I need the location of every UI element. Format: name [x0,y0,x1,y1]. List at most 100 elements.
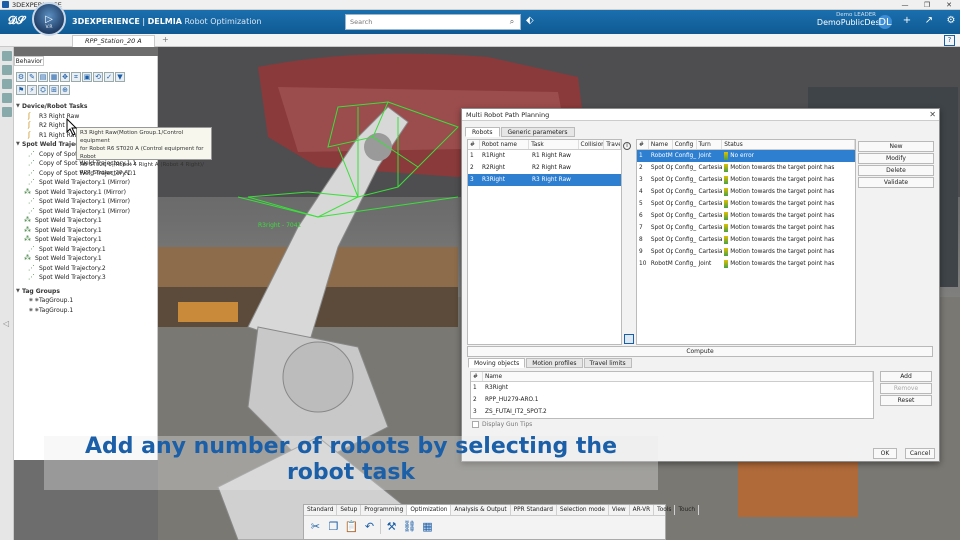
tree-tool-9-icon[interactable]: ✓ [104,72,114,82]
reset-button[interactable]: Reset [880,395,932,406]
tree-tool-5-icon[interactable]: ✥ [60,72,70,82]
column-header[interactable]: Turn [697,140,723,149]
search-input[interactable] [346,16,504,28]
tab-tools[interactable]: Tools [654,505,676,515]
column-header[interactable]: # [468,140,480,149]
tree-tool-10-icon[interactable]: ▼ [115,72,125,82]
tab-moving-objects[interactable]: Moving objects [468,358,526,368]
tree-icon[interactable] [2,79,12,89]
undo-icon[interactable]: ↶ [362,519,377,534]
tree-item-tag-group[interactable]: ⁕⁕ TagGroup.1 [16,296,158,306]
tree-tool-7-icon[interactable]: ▣ [82,72,92,82]
copy-icon[interactable]: ❐ [326,519,341,534]
tree-tool-2-icon[interactable]: ✎ [27,72,37,82]
table-row[interactable]: 3 Spot Op Config_ Cartesia Motion towards th… [637,174,855,186]
table-row[interactable]: 9 Spot Op Config_ Cartesia Motion towards th… [637,246,855,258]
table-row[interactable]: 4 Spot Op Config_ Cartesia Motion towards th… [637,186,855,198]
ok-button[interactable]: OK [873,448,897,459]
tree-item-tag-group[interactable]: ⁕⁕ TagGroup.1 [16,306,158,316]
tree-tool-15-icon[interactable]: ⊕ [60,85,70,95]
tree-item-trajectory[interactable]: ⁂ Spot Weld Trajectory.1 [16,235,158,245]
remove-button[interactable]: Remove [880,383,932,394]
optimization-icon[interactable]: ▦ [420,519,435,534]
tab-generic-parameters[interactable]: Generic parameters [500,127,575,137]
dialog-close-icon[interactable]: ✕ [929,110,936,119]
tree-group-robot-tasks[interactable]: ▼ Device/Robot Tasks [16,102,158,112]
column-header[interactable]: # [637,140,649,149]
robot-tool-icon[interactable]: ⚒ [384,519,399,534]
display-gun-tips-option[interactable]: Display Gun Tips [472,421,532,428]
resources-icon[interactable] [2,65,12,75]
table-row[interactable]: 10 RobotM Config_ Joint Motion towards the t… [637,258,855,270]
help-icon[interactable]: ? [944,35,955,46]
add-tab-icon[interactable]: + [162,35,169,44]
tree-item-trajectory[interactable]: ⋰ Spot Weld Trajectory.3 [16,273,158,283]
compass-widget[interactable]: ▷ V.R [32,2,66,36]
tree-item-trajectory[interactable]: ⋰ Spot Weld Trajectory.1 [16,245,158,255]
column-header[interactable]: Name [483,372,873,381]
tab-setup[interactable]: Setup [337,505,362,515]
add-button[interactable]: Add [880,371,932,382]
tree-tool-13-icon[interactable]: ⛭ [38,85,48,95]
gun-tips-checkbox[interactable] [472,421,479,428]
tab-selection-mode[interactable]: Selection mode [557,505,609,515]
list-view-icon[interactable] [624,334,634,344]
column-header[interactable]: Travel [604,140,621,149]
tab-behavior[interactable]: Behavior [14,56,44,66]
tree-group-tag-groups[interactable]: ▼ Tag Groups [16,287,158,297]
tree-tool-4-icon[interactable]: ▦ [49,72,59,82]
table-row[interactable]: 8 Spot Op Config_ Cartesia Motion towards th… [637,234,855,246]
tab-travel-limits[interactable]: Travel limits [583,358,632,368]
column-header[interactable]: Status [722,140,855,149]
robot-icon[interactable] [2,107,12,117]
share-icon[interactable]: ↗ [922,15,936,29]
delete-button[interactable]: Delete [858,165,934,176]
column-header[interactable]: Name [649,140,673,149]
search-icon[interactable]: ⌕ [504,17,520,27]
column-header[interactable]: Robot name [480,140,530,149]
tab-view[interactable]: View [609,505,630,515]
table-row-selected[interactable]: 1 RobotM Config_ Joint No error [637,150,855,162]
tree-item-trajectory[interactable]: ⁂ Spot Weld Trajectory.1 [16,216,158,226]
tools-icon[interactable]: ⚙ [944,15,958,29]
modify-button[interactable]: Modify [858,153,934,164]
table-row[interactable]: 5 Spot Op Config_ Cartesia Motion towards th… [637,198,855,210]
add-icon[interactable]: + [900,15,914,29]
tab-optimization[interactable]: Optimization [407,505,452,515]
tree-tool-3-icon[interactable]: ▤ [38,72,48,82]
avatar[interactable]: DL [878,15,892,29]
minimize-button[interactable]: — [894,0,916,10]
tab-programming[interactable]: Programming [361,505,408,515]
maximize-button[interactable]: ❐ [916,0,938,10]
tree-item-task[interactable]: ʃ R3 Right Raw [16,112,158,122]
close-window-button[interactable]: ✕ [938,0,960,10]
tree-item-trajectory[interactable]: ⋰ Spot Weld Trajectory.1 (Mirror) [16,197,158,207]
validate-button[interactable]: Validate [858,177,934,188]
tab-ar-vr[interactable]: AR-VR [630,505,655,515]
table-row[interactable]: 2 R2Right R2 Right Raw [468,162,621,174]
table-row[interactable]: 1 R3Right [471,382,873,394]
path-planning-icon[interactable]: ⛓ [402,519,417,534]
tab-standard[interactable]: Standard [304,505,338,515]
tab-analysis-output[interactable]: Analysis & Output [451,505,511,515]
tree-item-trajectory[interactable]: ⁂ Spot Weld Trajectory.1 [16,226,158,236]
tree-tool-6-icon[interactable]: ⌗ [71,72,81,82]
tab-robots[interactable]: Robots [465,127,500,137]
tree-item-trajectory[interactable]: ⁂ Spot Weld Trajectory.1 (Mirror) [16,188,158,198]
tree-tool-1-icon[interactable]: ⚙ [16,72,26,82]
tab-touch[interactable]: Touch [675,505,700,515]
column-header[interactable]: Config [673,140,697,149]
table-row-selected[interactable]: 3 R3Right R3 Right Raw [468,174,621,186]
behavior-icon[interactable] [2,51,12,61]
column-header[interactable]: # [471,372,483,381]
table-row[interactable]: 6 Spot Op Config_ Cartesia Motion towards th… [637,210,855,222]
cut-icon[interactable]: ✂ [308,519,323,534]
tab-ppr-standard[interactable]: PPR Standard [511,505,557,515]
table-row[interactable]: 3 ZS_FUTAI_IT2_SPOT.2 [471,406,873,418]
tree-item-trajectory[interactable]: ⋰ Spot Weld Trajectory.1 (Mirror) [16,207,158,217]
tag-icon[interactable]: ⬖ [526,15,534,26]
tree-tool-8-icon[interactable]: ⟲ [93,72,103,82]
table-row[interactable]: 1 R1Right R1 Right Raw [468,150,621,162]
tree-tool-14-icon[interactable]: ⊞ [49,85,59,95]
table-row[interactable]: 7 Spot Op Config_ Cartesia Motion towards th… [637,222,855,234]
